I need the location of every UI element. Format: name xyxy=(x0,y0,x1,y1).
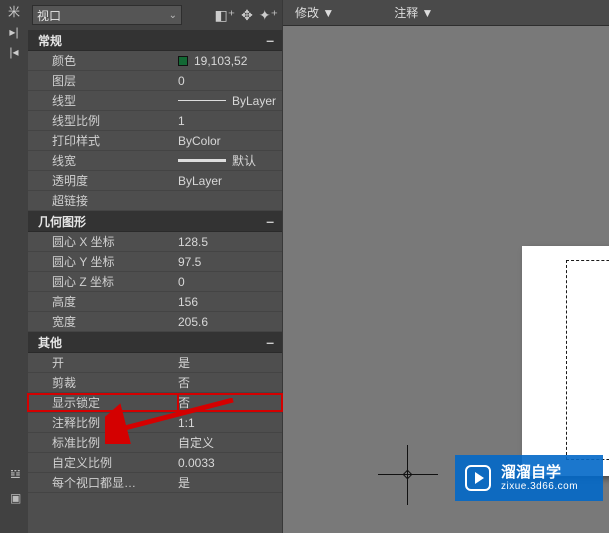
property-label: 打印样式 xyxy=(28,132,178,149)
property-row[interactable]: 高度156 xyxy=(28,292,282,312)
property-value[interactable]: 默认 xyxy=(178,152,282,169)
property-label: 高度 xyxy=(28,293,178,310)
property-row[interactable]: 超链接 xyxy=(28,191,282,211)
object-type-label: 视口 xyxy=(37,7,61,24)
property-value[interactable]: 19,103,52 xyxy=(178,54,282,68)
left-toolbar: 米 ▸| |◂ xyxy=(0,0,28,533)
quick-select-icon[interactable]: ◧⁺ xyxy=(215,7,236,24)
ribbon-group-annotate[interactable]: 注释 ▼ xyxy=(394,4,433,21)
pick-icon[interactable]: ✥ xyxy=(241,7,253,24)
property-label: 自定义比例 xyxy=(28,454,178,471)
property-label: 剪裁 xyxy=(28,374,178,391)
property-value[interactable]: 1 xyxy=(178,114,282,128)
property-value[interactable]: 97.5 xyxy=(178,255,282,269)
property-label: 圆心 X 坐标 xyxy=(28,233,178,250)
property-value[interactable]: 205.6 xyxy=(178,315,282,329)
property-value[interactable]: ByColor xyxy=(178,134,282,148)
category-title: 常规 xyxy=(38,32,62,49)
property-value[interactable]: 0.0033 xyxy=(178,456,282,470)
category-title: 其他 xyxy=(38,334,62,351)
property-value[interactable]: ByLayer xyxy=(178,94,282,108)
watermark-badge: 溜溜自学 zixue.3d66.com xyxy=(455,455,603,501)
property-row[interactable]: 线型比例1 xyxy=(28,111,282,131)
properties-panel: 视口 ⌄ ◧⁺ ✥ ✦⁺ 常规–颜色19,103,52图层0线型ByLayer线… xyxy=(28,0,283,533)
property-label: 圆心 Y 坐标 xyxy=(28,253,178,270)
selector-row: 视口 ⌄ ◧⁺ ✥ ✦⁺ xyxy=(28,0,282,30)
annotation-arrow xyxy=(105,398,235,444)
snap-icon[interactable]: 米 xyxy=(8,6,20,18)
property-value[interactable]: 0 xyxy=(178,74,282,88)
property-label: 线宽 xyxy=(28,152,178,169)
property-label: 宽度 xyxy=(28,313,178,330)
property-value[interactable]: 128.5 xyxy=(178,235,282,249)
top-ribbon: 修改 ▼ 注释 ▼ xyxy=(283,0,609,26)
add-select-icon[interactable]: ✦⁺ xyxy=(259,7,278,24)
grid-icon[interactable]: 𝍈 xyxy=(10,467,21,481)
viewport-border[interactable] xyxy=(566,260,609,460)
property-value[interactable]: 是 xyxy=(178,354,282,371)
property-value[interactable]: 是 xyxy=(178,474,282,491)
property-value[interactable]: 0 xyxy=(178,275,282,289)
property-row[interactable]: 打印样式ByColor xyxy=(28,131,282,151)
property-label: 线型比例 xyxy=(28,112,178,129)
property-row[interactable]: 宽度205.6 xyxy=(28,312,282,332)
color-swatch xyxy=(178,56,188,66)
property-row[interactable]: 自定义比例0.0033 xyxy=(28,453,282,473)
property-value[interactable]: 否 xyxy=(178,374,282,391)
property-value[interactable]: ByLayer xyxy=(178,174,282,188)
property-row[interactable]: 线宽默认 xyxy=(28,151,282,171)
property-row[interactable]: 圆心 X 坐标128.5 xyxy=(28,232,282,252)
property-row[interactable]: 透明度ByLayer xyxy=(28,171,282,191)
collapse-icon[interactable]: – xyxy=(266,334,274,350)
property-label: 颜色 xyxy=(28,52,178,69)
property-label: 图层 xyxy=(28,72,178,89)
property-label: 每个视口都显… xyxy=(28,474,178,491)
selector-tools: ◧⁺ ✥ ✦⁺ xyxy=(215,7,278,24)
category-header[interactable]: 其他 – xyxy=(28,332,282,353)
property-label: 圆心 Z 坐标 xyxy=(28,273,178,290)
property-row[interactable]: 圆心 Z 坐标0 xyxy=(28,272,282,292)
watermark-domain: zixue.3d66.com xyxy=(501,481,578,493)
chevron-down-icon: ⌄ xyxy=(169,10,177,21)
property-label: 开 xyxy=(28,354,178,371)
property-label: 超链接 xyxy=(28,192,178,209)
property-row[interactable]: 开是 xyxy=(28,353,282,373)
property-value[interactable]: 156 xyxy=(178,295,282,309)
collapse-icon[interactable]: – xyxy=(266,32,274,48)
paper-sheet[interactable] xyxy=(522,246,609,476)
property-label: 线型 xyxy=(28,92,178,109)
category-title: 几何图形 xyxy=(38,213,86,230)
property-row[interactable]: 颜色19,103,52 xyxy=(28,51,282,71)
ribbon-group-modify[interactable]: 修改 ▼ xyxy=(295,4,334,21)
category-header[interactable]: 常规 – xyxy=(28,30,282,51)
property-row[interactable]: 线型ByLayer xyxy=(28,91,282,111)
canvas-area[interactable]: 修改 ▼ 注释 ▼ 溜溜自学 zixue.3d66.com xyxy=(283,0,609,533)
property-row[interactable]: 剪裁否 xyxy=(28,373,282,393)
collapse-icon[interactable]: – xyxy=(266,213,274,229)
object-type-dropdown[interactable]: 视口 ⌄ xyxy=(32,5,182,25)
line-sample-icon xyxy=(178,159,226,162)
list-icon[interactable]: ▣ xyxy=(10,491,21,505)
property-row[interactable]: 每个视口都显…是 xyxy=(28,473,282,493)
marker-left-icon[interactable]: ▸| xyxy=(9,26,18,38)
line-sample-icon xyxy=(178,100,226,101)
category-header[interactable]: 几何图形 – xyxy=(28,211,282,232)
play-icon xyxy=(465,465,491,491)
property-row[interactable]: 圆心 Y 坐标97.5 xyxy=(28,252,282,272)
property-label: 透明度 xyxy=(28,172,178,189)
marker-right-icon[interactable]: |◂ xyxy=(9,46,18,58)
property-row[interactable]: 图层0 xyxy=(28,71,282,91)
ucs-icon xyxy=(378,445,438,505)
watermark-title: 溜溜自学 xyxy=(501,464,578,481)
